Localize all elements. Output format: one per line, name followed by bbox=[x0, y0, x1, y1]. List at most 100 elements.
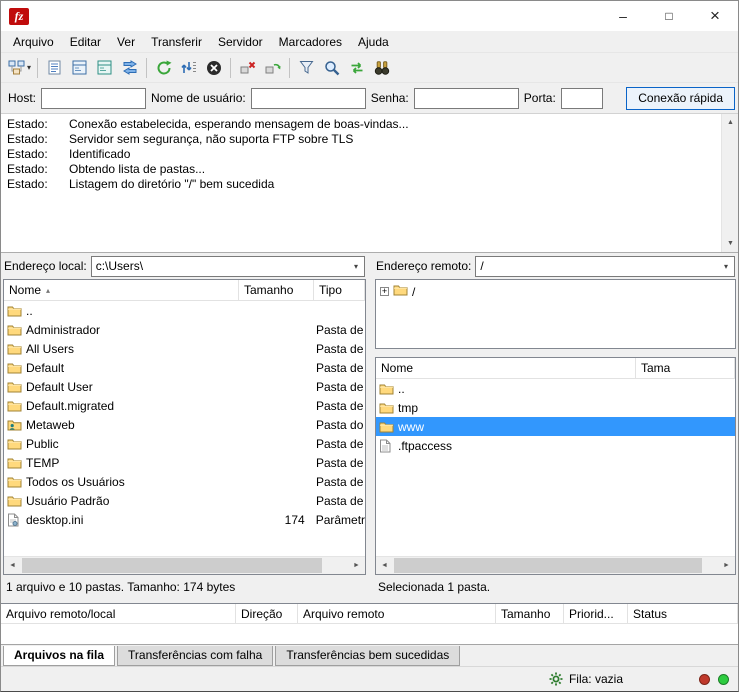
scroll-up-icon[interactable]: ▲ bbox=[722, 114, 738, 131]
tab-arquivos-na-fila[interactable]: Arquivos na fila bbox=[3, 646, 115, 666]
list-item[interactable]: AdministradorPasta de bbox=[4, 320, 365, 339]
host-input[interactable] bbox=[41, 88, 146, 109]
toggle-transfer-queue-button[interactable] bbox=[117, 56, 142, 80]
log-entry-message: Obtendo lista de pastas... bbox=[69, 162, 205, 177]
list-item[interactable]: Usuário Padrão Pasta de bbox=[4, 491, 365, 510]
combo-dropdown-icon[interactable]: ▾ bbox=[348, 262, 364, 271]
remote-address-value: / bbox=[476, 259, 718, 273]
remote-hscrollbar[interactable]: ◄ ► bbox=[376, 556, 735, 574]
scroll-right-icon[interactable]: ► bbox=[348, 557, 365, 574]
toggle-local-tree-button[interactable] bbox=[67, 56, 92, 80]
local-list-rows: ..AdministradorPasta deAll UsersPasta de… bbox=[4, 301, 365, 556]
menu-item-marcadores[interactable]: Marcadores bbox=[271, 33, 350, 51]
find-files-button[interactable] bbox=[369, 56, 394, 80]
toggle-remote-tree-button[interactable] bbox=[92, 56, 117, 80]
local-hscrollbar[interactable]: ◄ ► bbox=[4, 556, 365, 574]
scroll-left-icon[interactable]: ◄ bbox=[4, 557, 21, 574]
site-manager-button[interactable]: ▾ bbox=[6, 56, 33, 80]
username-input[interactable] bbox=[251, 88, 366, 109]
menu-item-servidor[interactable]: Servidor bbox=[210, 33, 271, 51]
scrollbar-thumb[interactable] bbox=[22, 558, 322, 573]
list-item[interactable]: Todos os UsuáriosPasta de bbox=[4, 472, 365, 491]
remote-address-combo[interactable]: / ▾ bbox=[475, 256, 735, 277]
tree-list-splitter[interactable] bbox=[373, 349, 738, 357]
tree-node-root[interactable]: + / bbox=[380, 284, 731, 299]
directory-filters-button[interactable] bbox=[294, 56, 319, 80]
toggle-message-log-button[interactable] bbox=[42, 56, 67, 80]
list-item[interactable]: tmp bbox=[376, 398, 735, 417]
column-header-status[interactable]: Status bbox=[628, 604, 738, 623]
list-item[interactable]: .. bbox=[4, 301, 365, 320]
log-entry-type: Estado: bbox=[7, 147, 69, 162]
column-header-direcao[interactable]: Direção bbox=[236, 604, 298, 623]
list-item[interactable]: desktop.ini174Parâmetr bbox=[4, 510, 365, 529]
file-name: Usuário Padrão bbox=[26, 494, 239, 508]
synchronized-browsing-button[interactable] bbox=[344, 56, 369, 80]
tree-expand-icon[interactable]: + bbox=[380, 287, 389, 296]
column-header-tamanho[interactable]: Tamanho bbox=[239, 280, 314, 300]
list-item[interactable]: PublicPasta de bbox=[4, 434, 365, 453]
list-item[interactable]: .. bbox=[376, 379, 735, 398]
column-header-priorid[interactable]: Priorid... bbox=[564, 604, 628, 623]
log-scrollbar[interactable]: ▲ ▼ bbox=[721, 114, 738, 252]
list-item[interactable]: All UsersPasta de bbox=[4, 339, 365, 358]
column-header-arquivo-remoto-local[interactable]: Arquivo remoto/local bbox=[1, 604, 236, 623]
tab-transferencias-com-falha[interactable]: Transferências com falha bbox=[117, 646, 273, 666]
queue-settings-gear-icon[interactable] bbox=[549, 672, 563, 686]
minimize-button[interactable]: – bbox=[600, 1, 646, 31]
quickconnect-button[interactable]: Conexão rápida bbox=[626, 87, 735, 110]
disconnect-button[interactable] bbox=[235, 56, 260, 80]
log-lines: Estado:Conexão estabelecida, esperando m… bbox=[7, 117, 718, 192]
directory-comparison-button[interactable] bbox=[319, 56, 344, 80]
cancel-operation-button[interactable] bbox=[201, 56, 226, 80]
list-item[interactable]: MetawebPasta do bbox=[4, 415, 365, 434]
scroll-left-icon[interactable]: ◄ bbox=[376, 557, 393, 574]
local-address-combo[interactable]: c:\Users\ ▾ bbox=[91, 256, 365, 277]
find-icon bbox=[374, 61, 390, 75]
file-icon bbox=[379, 439, 398, 453]
refresh-button[interactable] bbox=[151, 56, 176, 80]
folder-icon bbox=[379, 421, 398, 433]
folder-icon bbox=[379, 402, 398, 414]
scrollbar-thumb[interactable] bbox=[394, 558, 702, 573]
log-entry: Estado:Servidor sem segurança, não supor… bbox=[7, 132, 718, 147]
menu-item-transferir[interactable]: Transferir bbox=[143, 33, 210, 51]
maximize-button[interactable]: □ bbox=[646, 1, 692, 31]
column-header-tamanho[interactable]: Tamanho bbox=[496, 604, 564, 623]
filezilla-logo-icon: fz bbox=[9, 8, 29, 25]
file-type: Pasta de bbox=[314, 494, 363, 508]
queue-tabs: Arquivos na filaTransferências com falha… bbox=[1, 645, 738, 666]
menu-item-editar[interactable]: Editar bbox=[62, 33, 109, 51]
tab-transferencias-bem-sucedidas[interactable]: Transferências bem sucedidas bbox=[275, 646, 460, 666]
file-name: Default bbox=[26, 361, 239, 375]
process-queue-button[interactable] bbox=[176, 56, 201, 80]
titlebar: fz – □ × bbox=[1, 1, 738, 31]
list-item[interactable]: TEMPPasta de bbox=[4, 453, 365, 472]
list-item[interactable]: DefaultPasta de bbox=[4, 358, 365, 377]
column-header-nome[interactable]: Nome bbox=[376, 358, 636, 378]
menu-item-arquivo[interactable]: Arquivo bbox=[5, 33, 62, 51]
list-item[interactable]: www bbox=[376, 417, 735, 436]
menu-item-ver[interactable]: Ver bbox=[109, 33, 143, 51]
message-log: Estado:Conexão estabelecida, esperando m… bbox=[1, 113, 738, 253]
column-header-nome[interactable]: Nome▴ bbox=[4, 280, 239, 300]
column-header-tama[interactable]: Tama bbox=[636, 358, 735, 378]
reconnect-button[interactable] bbox=[260, 56, 285, 80]
column-header-label: Direção bbox=[241, 607, 282, 621]
list-item[interactable]: Default UserPasta de bbox=[4, 377, 365, 396]
combo-dropdown-icon[interactable]: ▾ bbox=[718, 262, 734, 271]
port-input[interactable] bbox=[561, 88, 603, 109]
message-log-icon bbox=[47, 60, 62, 75]
scroll-right-icon[interactable]: ► bbox=[718, 557, 735, 574]
remote-list-header: Nome Tama bbox=[376, 358, 735, 379]
column-header-arquivo-remoto[interactable]: Arquivo remoto bbox=[298, 604, 496, 623]
menu-item-ajuda[interactable]: Ajuda bbox=[350, 33, 397, 51]
column-header-tipo[interactable]: Tipo bbox=[314, 280, 365, 300]
column-header-label: Tama bbox=[641, 361, 670, 375]
close-button[interactable]: × bbox=[692, 1, 738, 31]
list-item[interactable]: Default.migratedPasta de bbox=[4, 396, 365, 415]
scroll-down-icon[interactable]: ▼ bbox=[722, 235, 738, 252]
dropdown-arrow-icon: ▾ bbox=[27, 63, 31, 72]
list-item[interactable]: .ftpaccess bbox=[376, 436, 735, 455]
password-input[interactable] bbox=[414, 88, 519, 109]
